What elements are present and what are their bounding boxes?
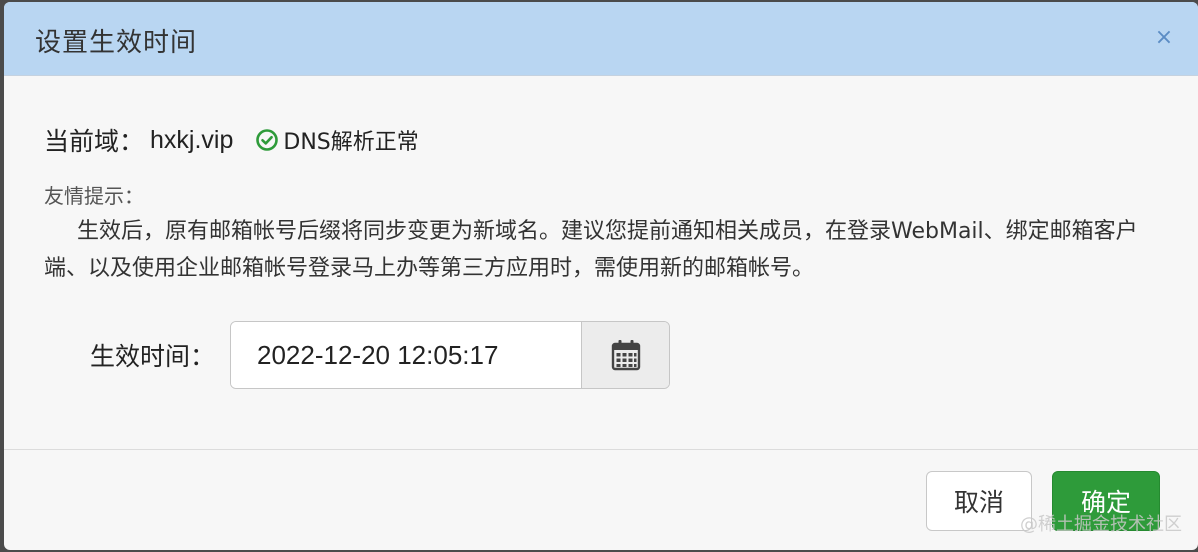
cancel-button[interactable]: 取消	[926, 471, 1032, 531]
close-icon[interactable]: ×	[1152, 26, 1176, 50]
tip-body: 生效后，原有邮箱帐号后缀将同步变更为新域名。建议您提前通知相关成员，在登录Web…	[44, 219, 1138, 281]
dialog-title: 设置生效时间	[35, 28, 198, 58]
set-effective-time-dialog: 设置生效时间 × 当前域： hxkj.vip DNS解析正常 友情提示： 生效后…	[4, 2, 1198, 550]
current-domain-value: hxkj.vip	[150, 125, 234, 154]
calendar-button[interactable]	[581, 322, 669, 388]
dns-status-text: DNS解析正常	[283, 130, 419, 155]
dns-status: DNS解析正常	[255, 124, 419, 156]
effective-time-input[interactable]	[231, 322, 581, 388]
tip-title: 友情提示：	[44, 184, 144, 208]
current-domain-row: 当前域： hxkj.vip DNS解析正常	[44, 122, 419, 158]
footer-divider	[4, 449, 1198, 450]
calendar-icon	[611, 340, 640, 371]
current-domain-label: 当前域：	[44, 127, 145, 156]
watermark: @稀土掘金技术社区	[1020, 514, 1182, 535]
check-circle-icon	[256, 129, 279, 151]
effective-time-label: 生效时间：	[90, 342, 216, 371]
datetime-picker	[230, 321, 670, 389]
dialog-header: 设置生效时间 ×	[4, 2, 1198, 76]
effective-time-row: 生效时间：	[90, 321, 670, 389]
